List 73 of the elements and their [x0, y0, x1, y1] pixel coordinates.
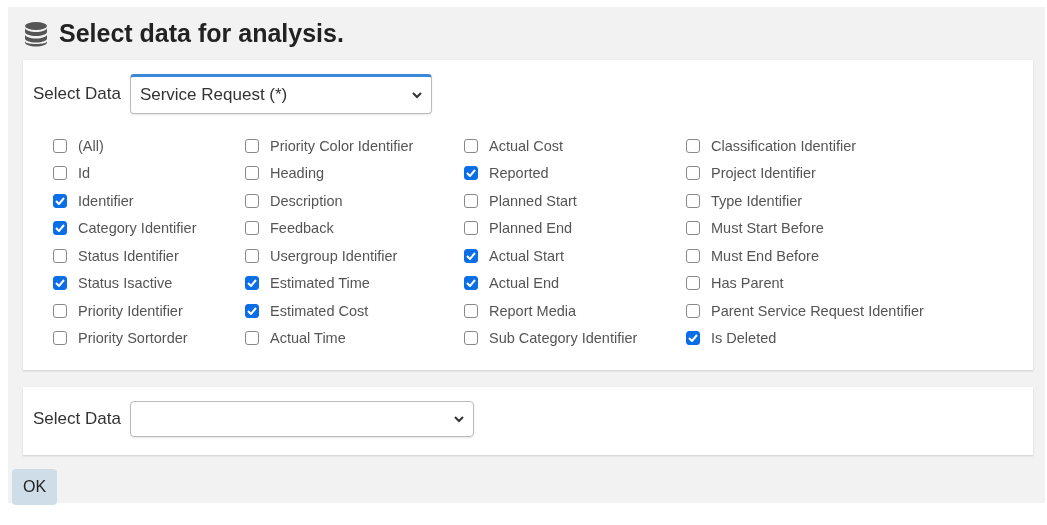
checkbox[interactable] — [464, 138, 478, 153]
checkbox[interactable] — [53, 193, 67, 208]
checkbox-label: Planned Start — [489, 192, 577, 209]
checkbox-label: (All) — [78, 137, 104, 154]
checkbox-label: Must End Before — [711, 247, 819, 264]
checkbox-label: Project Identifier — [711, 165, 816, 182]
checkbox-label: Identifier — [78, 192, 134, 209]
checkbox[interactable] — [245, 193, 259, 208]
checkbox-label: Actual End — [489, 275, 560, 292]
checkbox-label: Priority Sortorder — [78, 330, 188, 347]
database-icon — [23, 20, 49, 47]
checkbox-label: Description — [270, 192, 343, 209]
checkbox-label: Actual Time — [270, 330, 346, 347]
checkbox[interactable] — [686, 221, 700, 236]
checkbox-label: Type Identifier — [711, 192, 803, 209]
checkbox[interactable] — [464, 166, 478, 181]
checkbox[interactable] — [686, 193, 700, 208]
checkbox[interactable] — [686, 276, 700, 291]
checkbox[interactable] — [53, 331, 67, 346]
checkbox[interactable] — [245, 303, 259, 318]
checkbox[interactable] — [53, 248, 67, 263]
chevron-icon — [453, 416, 464, 423]
checkbox[interactable] — [686, 303, 700, 318]
data-select[interactable]: Service Request (*) — [129, 74, 432, 114]
checkbox-label: Must Start Before — [711, 220, 824, 237]
checkbox[interactable] — [464, 303, 478, 318]
checkbox-label: Has Parent — [711, 275, 784, 292]
checkbox[interactable] — [245, 276, 259, 291]
checkbox-label: Category Identifier — [78, 220, 197, 237]
checkbox[interactable] — [53, 166, 67, 181]
checkbox[interactable] — [686, 166, 700, 181]
checkbox-label: Estimated Time — [270, 275, 370, 292]
checkbox[interactable] — [245, 221, 259, 236]
checkbox-label: Status Isactive — [78, 275, 173, 292]
chevron-icon — [411, 92, 422, 99]
checkbox-label: Is Deleted — [711, 330, 777, 347]
checkbox-label: Parent Service Request Identifier — [711, 302, 924, 319]
checkbox[interactable] — [245, 166, 259, 181]
checkbox-label: Heading — [270, 165, 324, 182]
checkbox-label: Id — [78, 165, 91, 182]
checkbox[interactable] — [464, 276, 478, 291]
checkbox[interactable] — [464, 221, 478, 236]
checkbox-label: Estimated Cost — [270, 302, 369, 319]
checkbox[interactable] — [686, 331, 700, 346]
checkbox-label: Usergroup Identifier — [270, 247, 398, 264]
checkbox-label: Actual Cost — [489, 137, 564, 154]
checkbox[interactable] — [53, 221, 67, 236]
data-select[interactable] — [129, 401, 474, 437]
checkbox[interactable] — [245, 138, 259, 153]
checkbox-label: Classification Identifier — [711, 137, 857, 154]
checkbox[interactable] — [53, 303, 67, 318]
checkbox-label: Actual Start — [489, 247, 564, 264]
checkbox-label: Priority Identifier — [78, 302, 183, 319]
checkbox[interactable] — [464, 331, 478, 346]
checkbox-label: Planned End — [489, 220, 573, 237]
page-title: Select data for analysis. — [59, 19, 344, 48]
checkbox[interactable] — [686, 248, 700, 263]
checkbox-label: Priority Color Identifier — [270, 137, 414, 154]
checkbox-label: Reported — [489, 165, 549, 182]
checkbox-label: Sub Category Identifier — [489, 330, 638, 347]
checkbox[interactable] — [464, 193, 478, 208]
checkbox[interactable] — [53, 138, 67, 153]
checkbox[interactable] — [245, 248, 259, 263]
checkbox[interactable] — [245, 331, 259, 346]
checkbox-label: Report Media — [489, 302, 577, 319]
checkbox[interactable] — [686, 138, 700, 153]
checkbox[interactable] — [53, 276, 67, 291]
checkbox[interactable] — [464, 248, 478, 263]
select-label: Select Data — [33, 84, 121, 104]
ok-button[interactable]: OK — [12, 469, 58, 505]
checkbox-label: Status Identifier — [78, 247, 179, 264]
select-label: Select Data — [33, 409, 121, 429]
checkbox-label: Feedback — [270, 220, 334, 237]
